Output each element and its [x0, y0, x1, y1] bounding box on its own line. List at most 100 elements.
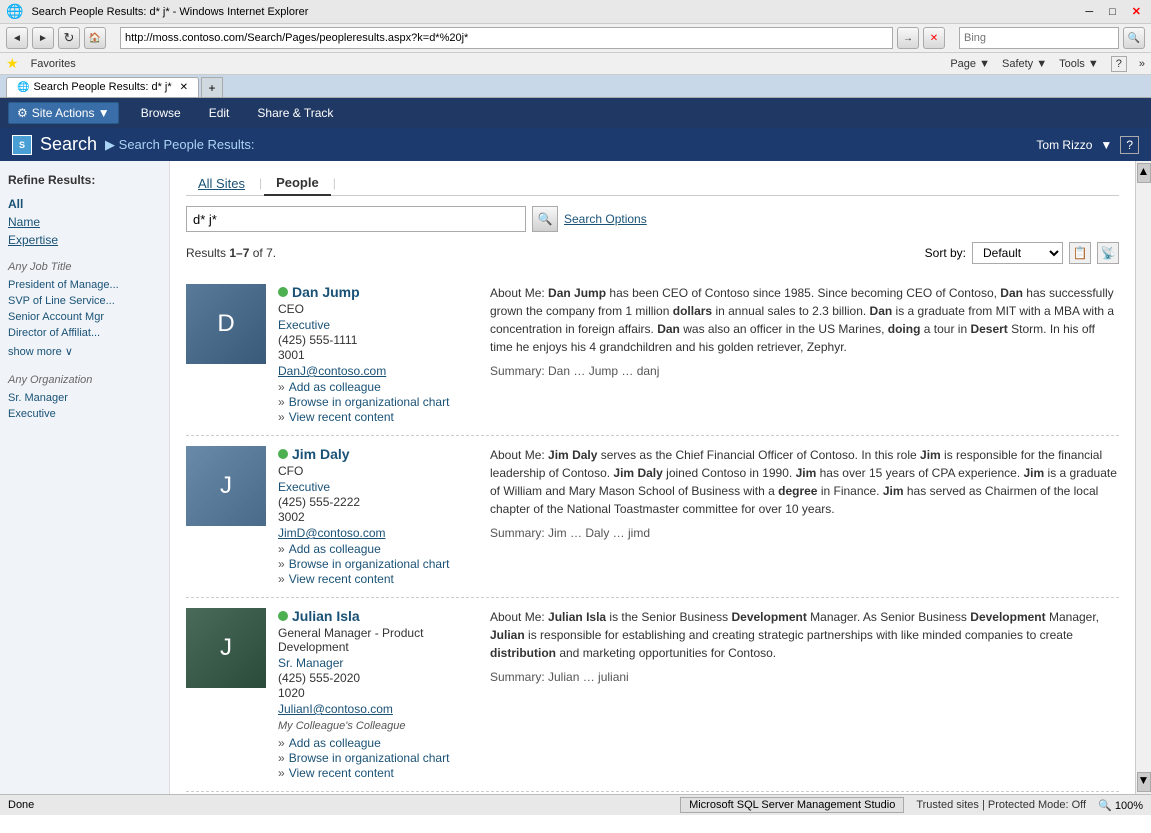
search-input[interactable]	[186, 206, 526, 232]
new-tab-button[interactable]: +	[201, 77, 223, 97]
tab-all-sites[interactable]: All Sites	[186, 172, 257, 195]
home-button[interactable]: 🏠	[84, 27, 106, 49]
site-actions-button[interactable]: ⚙ Site Actions ▼	[8, 102, 119, 124]
person-email[interactable]: JimD@contoso.com	[278, 526, 478, 540]
person-ext: 3002	[278, 510, 478, 524]
person-phone: (425) 555-2222	[278, 495, 478, 509]
address-bar[interactable]	[120, 27, 893, 49]
job-title-filter[interactable]: Director of Affiliat...	[8, 325, 161, 341]
favorites-star: ★	[6, 55, 19, 72]
person-action-link[interactable]: Add as colleague	[278, 542, 478, 556]
minimize-btn[interactable]: ─	[1081, 6, 1097, 18]
zoom-level[interactable]: 🔍 100%	[1098, 799, 1143, 812]
search-options-link[interactable]: Search Options	[564, 212, 647, 226]
job-title-list: President of Manage...SVP of Line Servic…	[8, 277, 161, 341]
sidebar-all-link[interactable]: All	[8, 195, 161, 213]
org-filter[interactable]: Sr. Manager	[8, 390, 161, 406]
taskbar-item[interactable]: Microsoft SQL Server Management Studio	[680, 797, 904, 813]
go-button[interactable]: →	[897, 27, 919, 49]
person-phone: (425) 555-1111	[278, 333, 478, 347]
current-user[interactable]: Tom Rizzo	[1036, 138, 1092, 152]
scroll-up[interactable]: ▲	[1137, 163, 1151, 183]
sp-logo: S	[12, 135, 32, 155]
person-action-link[interactable]: Browse in organizational chart	[278, 557, 478, 571]
person-action-link[interactable]: Add as colleague	[278, 736, 478, 750]
person-email[interactable]: JulianI@contoso.com	[278, 702, 478, 716]
results-header: Results 1–7 of 7. Sort by: Default Relev…	[186, 242, 1119, 264]
help-icon[interactable]: ?	[1111, 56, 1127, 72]
back-button[interactable]: ◄	[6, 27, 28, 49]
search-submit-button[interactable]: 🔍	[532, 206, 558, 232]
stop-button[interactable]: ✕	[923, 27, 945, 49]
rss-icon[interactable]: 📡	[1097, 242, 1119, 264]
sidebar-name-link[interactable]: Name	[8, 213, 161, 231]
person-card: J Julian Isla General Manager - Product De…	[186, 598, 1119, 792]
tab-close[interactable]: ✕	[180, 82, 188, 93]
browser-nav-bar: ◄ ► ↻ 🏠 → ✕ 🔍	[0, 24, 1151, 53]
user-dropdown-icon[interactable]: ▼	[1100, 138, 1112, 152]
sort-select[interactable]: Default Relevance Name	[972, 242, 1063, 264]
sp-ribbon: ⚙ Site Actions ▼ Browse Edit Share & Tra…	[0, 98, 1151, 128]
person-info: Jim Daly CFO Executive(425) 555-22223002 Ji…	[278, 446, 478, 587]
job-title-filter[interactable]: President of Manage...	[8, 277, 161, 293]
forward-button[interactable]: ►	[32, 27, 54, 49]
refresh-button[interactable]: ↻	[58, 27, 80, 49]
toolbar-expand[interactable]: »	[1139, 58, 1145, 70]
person-name[interactable]: Julian Isla	[292, 608, 360, 624]
scroll-down[interactable]: ▼	[1137, 772, 1151, 792]
tools-menu[interactable]: Tools ▼	[1059, 58, 1099, 70]
person-card: JJim DalyCFOExecutive(425) 555-22223002J…	[186, 436, 1119, 598]
person-action-link[interactable]: Browse in organizational chart	[278, 395, 478, 409]
job-title-filter[interactable]: Senior Account Mgr	[8, 309, 161, 325]
person-photo: J	[186, 446, 266, 526]
person-phone: (425) 555-2020	[278, 671, 478, 685]
page-menu[interactable]: Page ▼	[950, 58, 990, 70]
site-actions-label: Site Actions ▼	[32, 106, 110, 120]
ribbon-browse[interactable]: Browse	[135, 104, 187, 122]
browser-search-input[interactable]	[959, 27, 1119, 49]
person-name[interactable]: Jim Daly	[292, 446, 350, 462]
ribbon-share-track[interactable]: Share & Track	[251, 104, 339, 122]
person-dept[interactable]: Executive	[278, 480, 478, 494]
sort-row: Sort by: Default Relevance Name 📋 📡	[925, 242, 1119, 264]
person-dept[interactable]: Sr. Manager	[278, 656, 478, 670]
organization-section: Any Organization	[8, 374, 161, 386]
help-button[interactable]: ?	[1120, 136, 1139, 154]
org-filter[interactable]: Executive	[8, 406, 161, 422]
person-card: SSean ChaiDirector of Affliate Managemen…	[186, 792, 1119, 794]
scroll-track[interactable]: ▲ ▼	[1135, 161, 1151, 794]
export-icon[interactable]: 📋	[1069, 242, 1091, 264]
person-photo: J	[186, 608, 266, 688]
person-name[interactable]: Dan Jump	[292, 284, 360, 300]
person-action-link[interactable]: View recent content	[278, 572, 478, 586]
person-title: CFO	[278, 464, 478, 478]
browser-search-button[interactable]: 🔍	[1123, 27, 1145, 49]
restore-btn[interactable]: □	[1105, 6, 1120, 18]
favorites-label[interactable]: Favorites	[31, 58, 76, 70]
person-email[interactable]: DanJ@contoso.com	[278, 364, 478, 378]
tab-label: Search People Results: d* j*	[33, 81, 171, 93]
app-title[interactable]: Search	[40, 134, 97, 155]
sp-header-right: Tom Rizzo ▼ ?	[1036, 136, 1139, 154]
tab-people[interactable]: People	[264, 171, 331, 196]
person-action-link[interactable]: Browse in organizational chart	[278, 751, 478, 765]
sidebar-expertise-link[interactable]: Expertise	[8, 231, 161, 249]
person-action-link[interactable]: View recent content	[278, 410, 478, 424]
ribbon-edit[interactable]: Edit	[203, 104, 236, 122]
search-tabs: All Sites | People |	[186, 171, 1119, 196]
person-title: General Manager - Product Development	[278, 626, 478, 654]
show-more-button[interactable]: show more ∨	[8, 345, 161, 358]
person-action-link[interactable]: Add as colleague	[278, 380, 478, 394]
browser-toolbar: ★ Favorites Page ▼ Safety ▼ Tools ▼ ? »	[0, 53, 1151, 75]
search-area: All Sites | People | 🔍 Search Options Re…	[170, 161, 1135, 794]
safety-menu[interactable]: Safety ▼	[1002, 58, 1047, 70]
job-title-section: Any Job Title	[8, 261, 161, 273]
active-tab[interactable]: 🌐 Search People Results: d* j* ✕	[6, 77, 199, 97]
browser-tabs: 🌐 Search People Results: d* j* ✕ +	[0, 75, 1151, 98]
org-list: Sr. ManagerExecutive	[8, 390, 161, 422]
person-about: About Me: Dan Jump has been CEO of Conto…	[490, 284, 1119, 425]
person-action-link[interactable]: View recent content	[278, 766, 478, 780]
job-title-filter[interactable]: SVP of Line Service...	[8, 293, 161, 309]
person-dept[interactable]: Executive	[278, 318, 478, 332]
close-btn[interactable]: ✕	[1128, 5, 1145, 18]
